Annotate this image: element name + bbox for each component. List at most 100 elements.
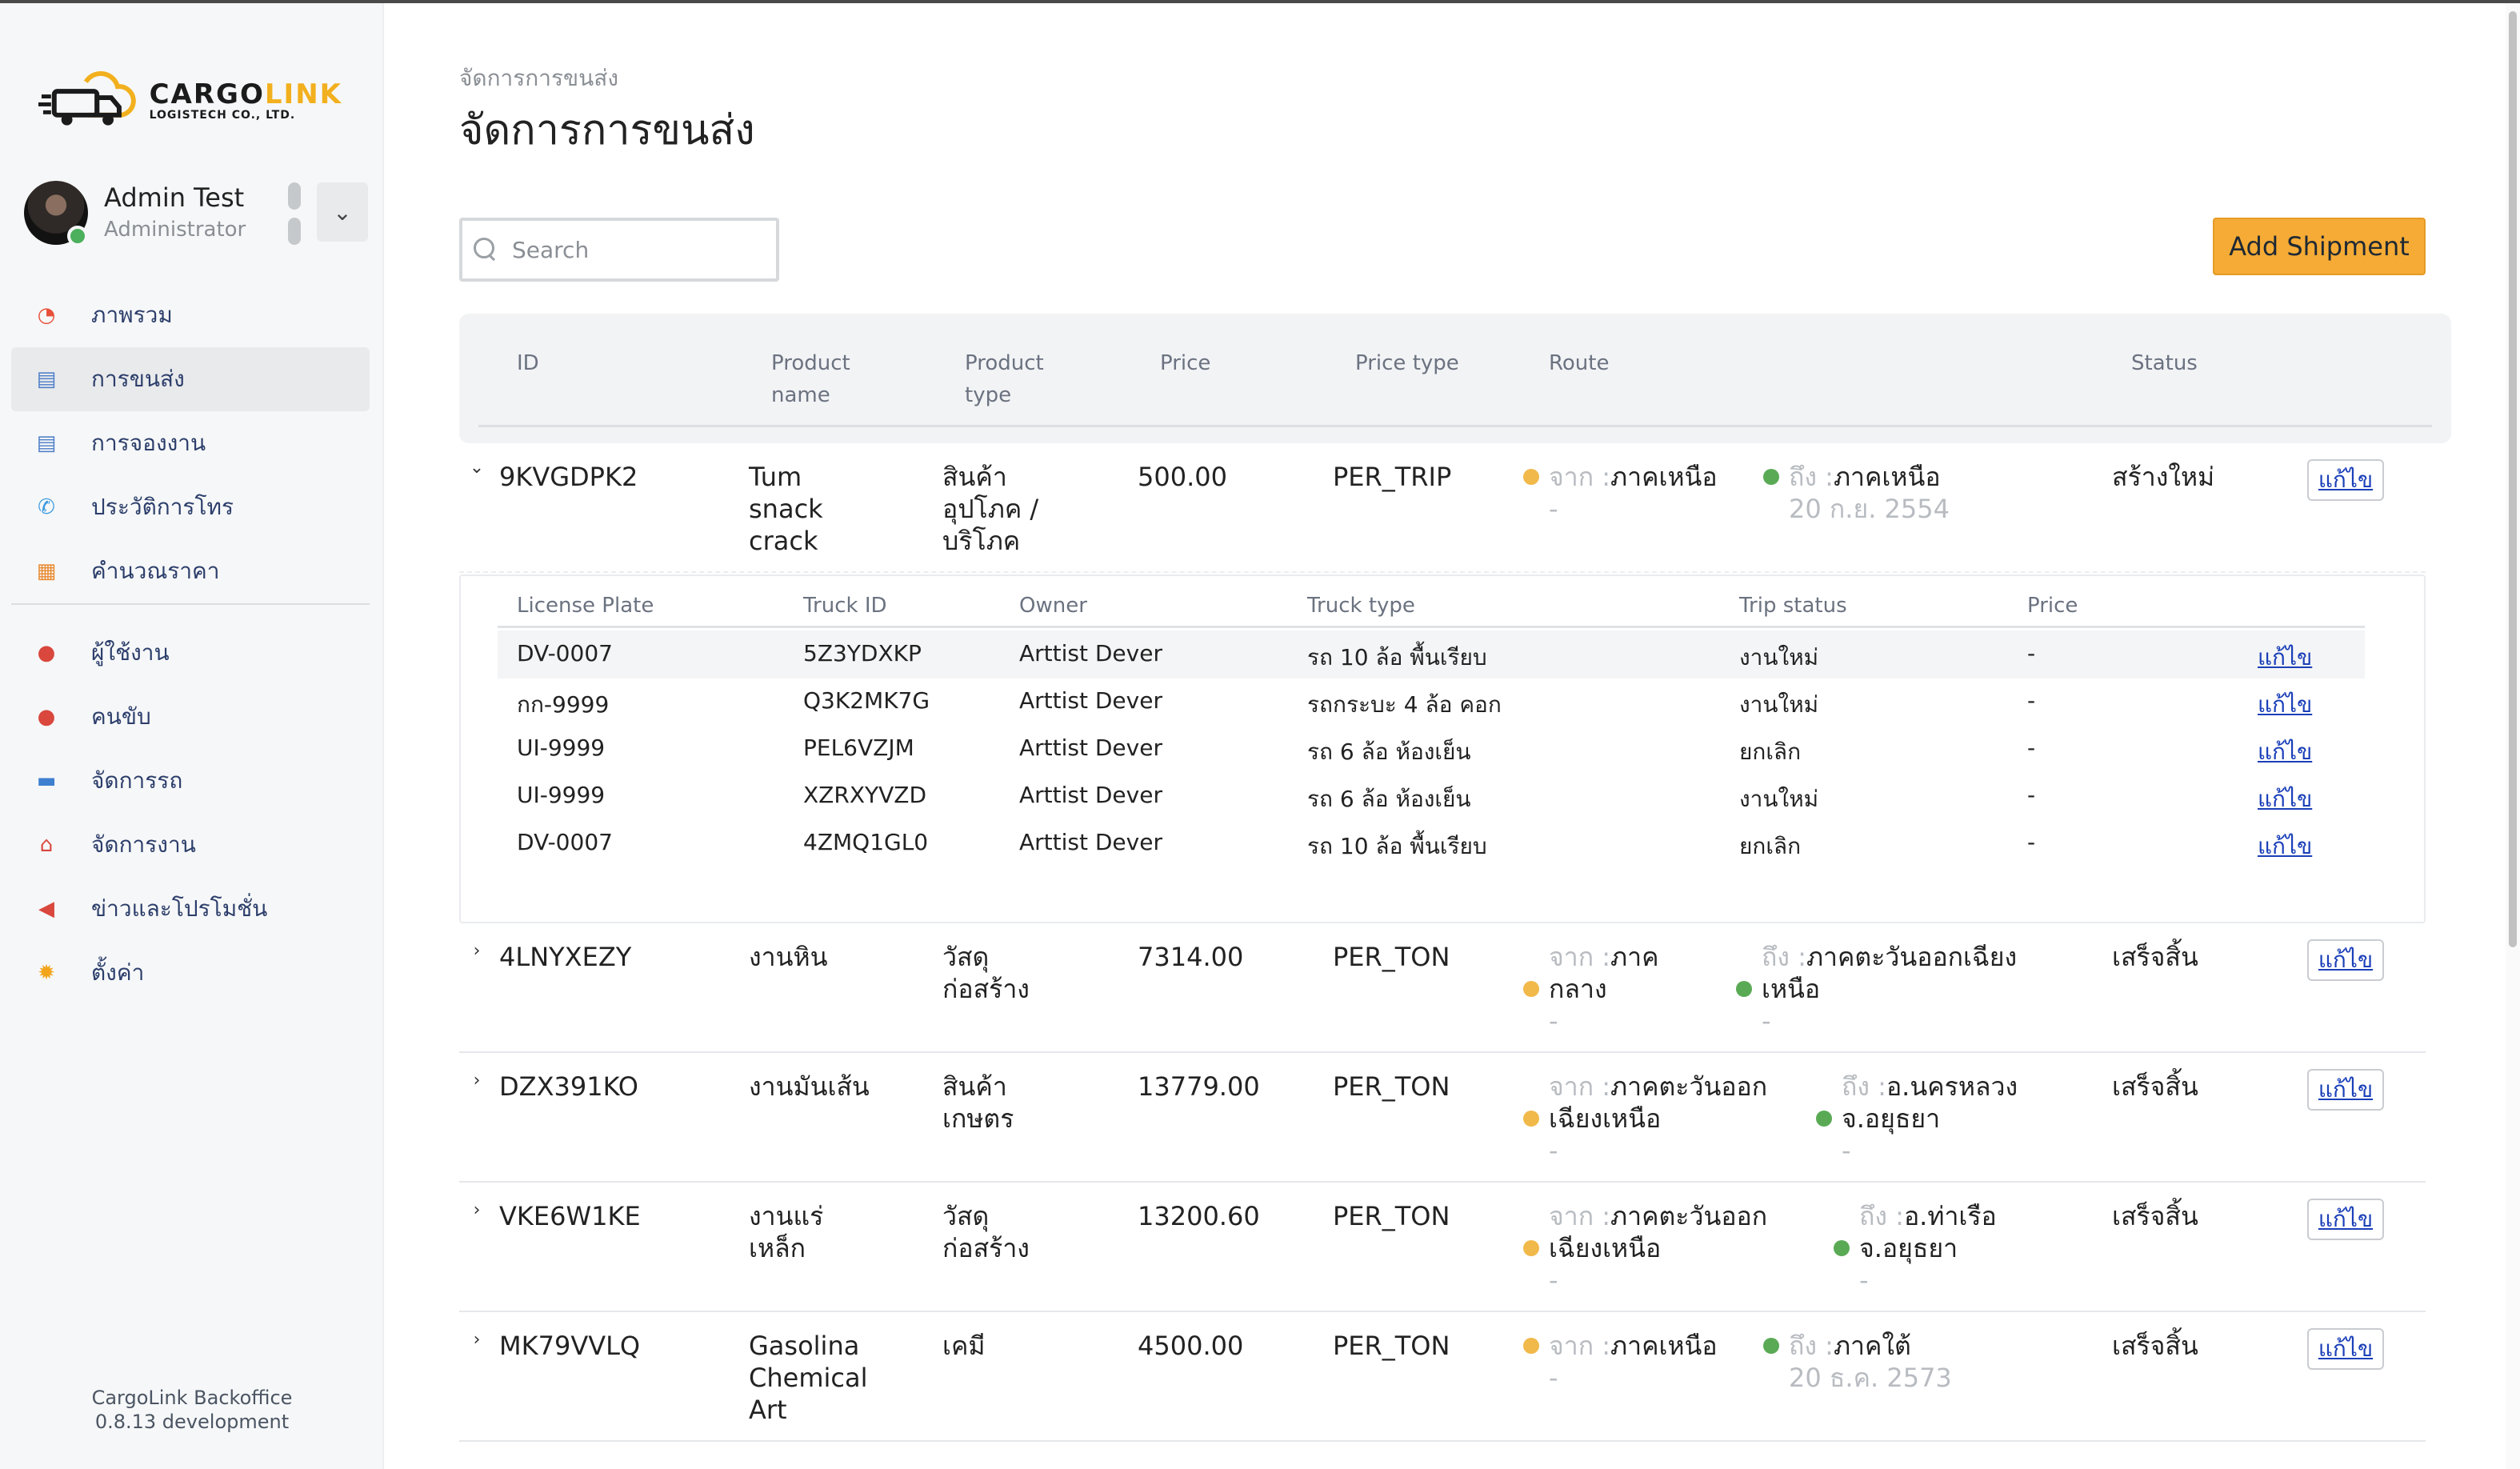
warehouse-icon: ⌂ [39,833,54,857]
owner: Arttist Dever [1019,687,1162,714]
route-to-date: - [1762,1006,1771,1036]
sidebar-item-call-history[interactable]: ✆ ประวัติการโทร [11,475,370,539]
col-price[interactable]: Price [1160,347,1210,379]
product-type: เคมี [942,1331,986,1361]
product-name: งานมันเส้น [749,1071,870,1102]
table-header: ID Product name Product type Price Price t… [459,314,2451,443]
truck-type: รถ 6 ล้อ ห้องเย็น [1307,739,1471,765]
edit-button[interactable]: แก้ไข [2307,1069,2384,1111]
route-from-date: - [1549,1006,1558,1036]
truck-type: รถ 10 ล้อ พื้นเรียบ [1307,644,1487,670]
table-row[interactable]: › VKE6W1KE งานแร่ เหล็ก วัสดุ ก่อสร้าง 13200.6… [459,1183,2426,1312]
route-from-dot [1523,1240,1539,1256]
sidebar-item-label: คนขับ [91,703,151,730]
price-type: PER_TON [1333,1071,1450,1102]
col-id[interactable]: ID [517,347,539,379]
table-row[interactable]: ⌄ 9KVGDPK2 Tum snack crack สินค้า อุปโภค / บริโ… [459,443,2426,573]
app-version: CargoLink Backoffice 0.8.13 development [91,1387,293,1433]
trip-edit-link[interactable]: แก้ไข [2258,687,2312,722]
brand-logo[interactable]: CARGOLINK LOGISTECH CO., LTD. [38,70,342,131]
nav-divider [11,603,370,605]
sidebar-item-settings[interactable]: ✹ ตั้งค่า [11,941,370,1005]
trip-price: - [2027,687,2036,714]
expand-chevron-icon[interactable]: › [467,1330,486,1350]
sidebar-item-bookings[interactable]: ▤ การจองงาน [11,411,370,475]
page-scrollbar[interactable] [2506,3,2520,1469]
trip-row[interactable]: DV-0007 4ZMQ1GL0 Arttist Dever รถ 10 ล้อ พื… [498,819,2365,867]
edit-button[interactable]: แก้ไข [2307,1199,2384,1240]
user-menu-toggle[interactable]: ⌄ [317,182,368,242]
price: 500.00 [1138,462,1227,492]
truck-cloud-logo-icon [38,70,136,126]
table-row[interactable]: › 4LNYXEZY งานหิน วัสดุ ก่อสร้าง 7314.00 PER_T… [459,923,2426,1053]
status-badge: สร้างใหม่ [2112,462,2215,492]
edit-button[interactable]: แก้ไข [2307,939,2384,981]
add-shipment-button[interactable]: Add Shipment [2213,218,2426,275]
gear-icon: ✹ [38,961,55,985]
expand-chevron-icon[interactable]: › [467,1200,486,1220]
route-from-value: กลาง [1549,974,1607,1004]
table-row[interactable]: › MK79VVLQ Gasolina Chemical Art เคมี 4500.00 P… [459,1312,2426,1442]
price-type: PER_TON [1333,1201,1450,1231]
sidebar-item-label: ตั้งค่า [91,959,145,986]
route-to-label: ถึง : [1789,462,1834,492]
sidebar-item-label: ภาพรวม [91,302,173,328]
sidebar-item-users[interactable]: ● ผู้ใช้งาน [11,621,370,685]
sidebar-item-trucks[interactable]: ▬ จัดการรถ [11,749,370,813]
col-product-type[interactable]: Product type [965,347,1044,411]
route-to-label: ถึง : [1762,942,1806,972]
product-name: งานหิน [749,942,828,972]
trip-row[interactable]: UI-9999 PEL6VZJM Arttist Dever รถ 6 ล้อ ห้อ… [498,725,2365,773]
search-box[interactable] [459,218,779,282]
route-from-date: - [1549,1135,1558,1166]
user-role: Administrator [104,218,246,242]
license-plate: UI-9999 [517,734,606,761]
brand-name: CARGOLINK [149,78,342,110]
table-row[interactable]: › DZX391KO งานมันเส้น สินค้า เกษตร 13779.00 PE… [459,1053,2426,1183]
sidebar-item-news-promotions[interactable]: ◀ ข่าวและโปรโมชั่น [11,877,370,941]
scrollbar-thumb[interactable] [2509,11,2517,947]
user-profile: Admin Test Administrator ⌄ [24,178,368,246]
route-from-date: - [1549,494,1558,524]
trip-row[interactable]: DV-0007 5Z3YDXKP Arttist Dever รถ 10 ล้อ พื… [498,630,2365,678]
product-type: สินค้า เกษตร [942,1071,1014,1134]
sidebar-item-label: จัดการรถ [91,767,183,794]
trip-status: งานใหม่ [1739,691,1819,718]
edit-button[interactable]: แก้ไข [2307,459,2384,501]
trip-price: - [2027,640,2036,666]
route-to: ถึง :ภาคใต้ 20 ธ.ค. 2573 [1789,1330,1952,1394]
product-type: วัสดุ ก่อสร้าง [942,942,1030,1004]
col-route[interactable]: Route [1549,347,1609,379]
trip-edit-link[interactable]: แก้ไข [2258,640,2312,675]
expand-chevron-icon[interactable]: › [467,1071,486,1091]
truck-id: 5Z3YDXKP [803,640,922,666]
trip-row[interactable]: กก-9999 Q3K2MK7G Arttist Dever รถกระบะ 4 ล้… [498,678,2365,726]
collapse-chevron-icon[interactable]: ⌄ [467,458,486,478]
col-owner: Owner [1019,594,1087,618]
sidebar-item-overview[interactable]: ◔ ภาพรวม [11,283,370,347]
sidebar-item-price-calculator[interactable]: ▦ คำนวณราคา [11,539,370,603]
search-icon [472,236,499,263]
edit-button[interactable]: แก้ไข [2307,1328,2384,1370]
sidebar-item-drivers[interactable]: ● คนขับ [11,685,370,749]
truck-id: PEL6VZJM [803,734,914,761]
owner: Arttist Dever [1019,829,1162,855]
user-scroll-handle[interactable] [288,182,301,246]
route-to-label: ถึง : [1842,1071,1886,1102]
expand-chevron-icon[interactable]: › [467,941,486,961]
col-status[interactable]: Status [2131,347,2198,379]
trip-edit-link[interactable]: แก้ไข [2258,829,2312,864]
sidebar-item-label: ประวัติการโทร [91,494,234,520]
route-to-value: อ.นครหลวง [1886,1071,2018,1102]
breadcrumb[interactable]: จัดการการขนส่ง [459,61,618,96]
col-product-name[interactable]: Product name [771,347,850,411]
trip-edit-link[interactable]: แก้ไข [2258,782,2312,817]
search-input[interactable] [512,236,768,263]
sidebar-item-shipments[interactable]: ▤ การขนส่ง [11,347,370,411]
trip-edit-link[interactable]: แก้ไข [2258,734,2312,770]
col-price-type[interactable]: Price type [1355,347,1459,379]
trip-row[interactable]: UI-9999 XZRXYVZD Arttist Dever รถ 6 ล้อ ห้อ… [498,772,2365,820]
sidebar-item-jobs[interactable]: ⌂ จัดการงาน [11,813,370,877]
route-from: จาก :ภาคตะวันออก เฉียงเหนือ - [1549,1071,1767,1167]
route-to-date: 20 ก.ย. 2554 [1789,494,1950,524]
